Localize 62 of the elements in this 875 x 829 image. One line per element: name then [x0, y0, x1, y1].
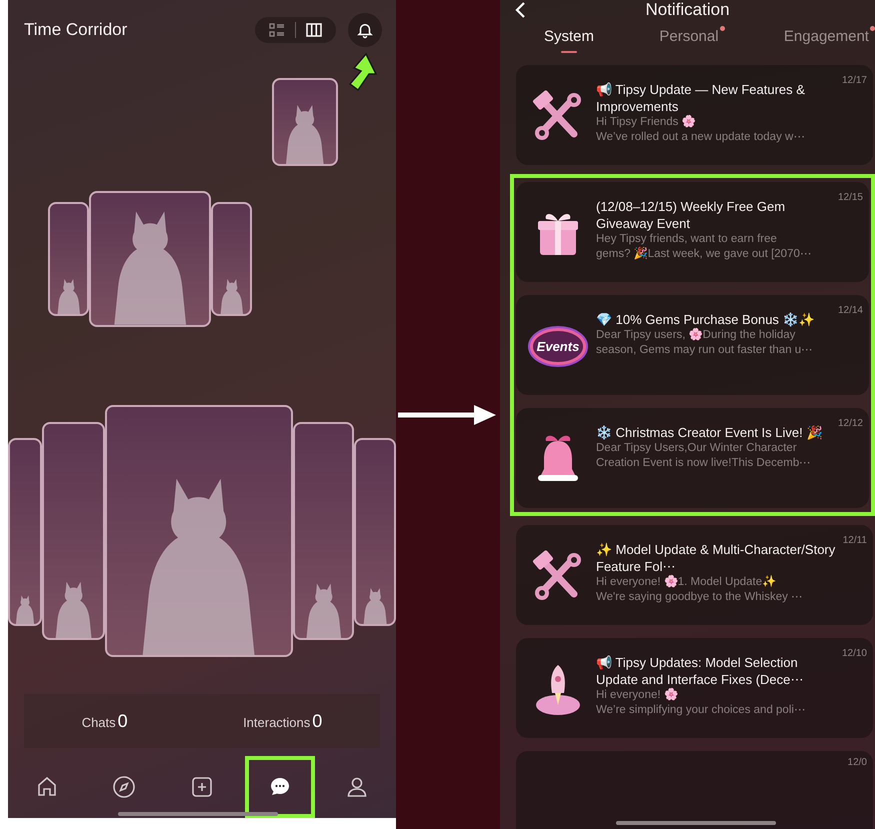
stat-value: 0 [312, 710, 322, 732]
notification-card[interactable]: 📢 Tipsy Updates: Model Selection Update and Interface Fixes (Dece⋯ Hi everyone! 🌸 We’re simplifying your choices and poli⋯ 12/10 [516, 638, 873, 738]
notification-preview: Hi Tipsy Friends 🌸 [596, 115, 696, 130]
notification-preview: Dear Tipsy users, 🌸During the holiday [596, 328, 796, 343]
notification-preview: gems? 🎉Last week, we gave out [2070⋯ [596, 247, 812, 262]
tab[interactable]: Personal [659, 28, 719, 53]
notification-title: ✨ Model Update & Multi-Character/Story Feature Fol⋯ [596, 541, 836, 575]
character-card[interactable] [89, 191, 211, 327]
notification-card[interactable]: 📢 Tipsy Update — New Features & Improvements Hi Tipsy Friends 🌸 We’ve rolled out a new update today w⋯ 12/17 [516, 65, 873, 165]
notification-preview: Hey Tipsy friends, want to earn free [596, 232, 777, 246]
back-icon [514, 1, 526, 19]
plus-square-icon [190, 775, 214, 799]
notification-preview: Hi everyone! 🌸1. Model Update✨ [596, 575, 776, 590]
view-toggle-button[interactable] [269, 23, 285, 37]
notification-title: (12/08–12/15) Weekly Free Gem Giveaway Event [596, 198, 786, 232]
notification-date: 12/0 [848, 757, 867, 769]
notification-preview: We’ve rolled out a new update today w⋯ [596, 130, 806, 145]
tab[interactable]: System [544, 28, 594, 53]
notification-preview: We’re simplifying your choices and poli⋯ [596, 703, 806, 718]
character-card[interactable] [48, 202, 89, 316]
nav-tab[interactable] [244, 756, 315, 818]
tab[interactable]: Engagement [784, 28, 869, 53]
profile-icon [345, 775, 370, 799]
notification-card[interactable]: Events 💎 10% Gems Purchase Bonus ❄✨ Dear Tipsy users, 🌸During the holiday season, Gems may run out faster than u⋯ 12/14 [516, 295, 869, 395]
notification-date: 12/11 [842, 535, 867, 547]
stat-value: 0 [118, 710, 128, 732]
notification-preview: We're saying goodbye to the Whiskey ⋯ [596, 590, 804, 605]
notification-title: ❄ Christmas Creator Event Is Live! 🎉 [596, 424, 824, 441]
notification-preview: Hi everyone! 🌸 [596, 688, 678, 703]
notification-date: 12/10 [842, 648, 867, 660]
view-toggle-button[interactable] [306, 23, 322, 37]
character-card[interactable] [8, 438, 42, 626]
notification-card[interactable]: ❄ Christmas Creator Event Is Live! 🎉 Dear Tipsy Users,Our Winter Character Creation Event is now live!This Decemb⋯ 12/12 [516, 408, 869, 508]
character-card[interactable] [105, 405, 293, 657]
notification-title: 📢 Tipsy Update — New Features & Improvements [596, 81, 806, 115]
notification-date: 12/17 [842, 75, 867, 87]
compass-icon [112, 775, 136, 799]
notification-date: 12/12 [838, 418, 863, 430]
stat-label: Interactions 0 [243, 710, 322, 732]
notification-preview: Dear Tipsy Users,Our Winter Character [596, 441, 797, 456]
screen-title: Notification [644, 0, 731, 20]
notification-card[interactable]: 12/0 [516, 751, 873, 829]
stat-label: Chats0 [82, 710, 128, 732]
character-card[interactable] [293, 422, 354, 640]
notification-preview: season, Gems may run out faster than u⋯ [596, 343, 814, 358]
notification-title: 💎 10% Gems Purchase Bonus ❄✨ [596, 311, 816, 328]
events-sticker: Events [530, 328, 586, 364]
character-card[interactable] [211, 202, 252, 316]
bell-icon [356, 21, 374, 39]
notification-title: 📢 Tipsy Updates: Model Selection Update and Interface Fixes (Dece⋯ [596, 654, 804, 688]
notification-date: 12/14 [838, 305, 863, 317]
notification-card[interactable]: (12/08–12/15) Weekly Free Gem Giveaway Event Hey Tipsy friends, want to earn free gems? 🎉Last week, we gave out [2070⋯ 12/15 [516, 182, 869, 282]
notification-preview: Creation Event is now live!This Decemb⋯ [596, 456, 812, 471]
character-card[interactable] [272, 78, 338, 166]
columns-icon [306, 23, 322, 37]
character-card[interactable] [42, 422, 105, 640]
notification-card[interactable]: ✨ Model Update & Multi-Character/Story Feature Fol⋯ Hi everyone! 🌸1. Model Update✨ We're saying goodbye to the Whiskey ⋯ 12/11 [516, 525, 873, 625]
character-card[interactable] [354, 438, 396, 626]
page-title: Time Corridor [24, 20, 128, 40]
list-view-icon [269, 23, 285, 37]
notification-date: 12/15 [838, 192, 863, 204]
notification-button[interactable] [348, 13, 382, 47]
